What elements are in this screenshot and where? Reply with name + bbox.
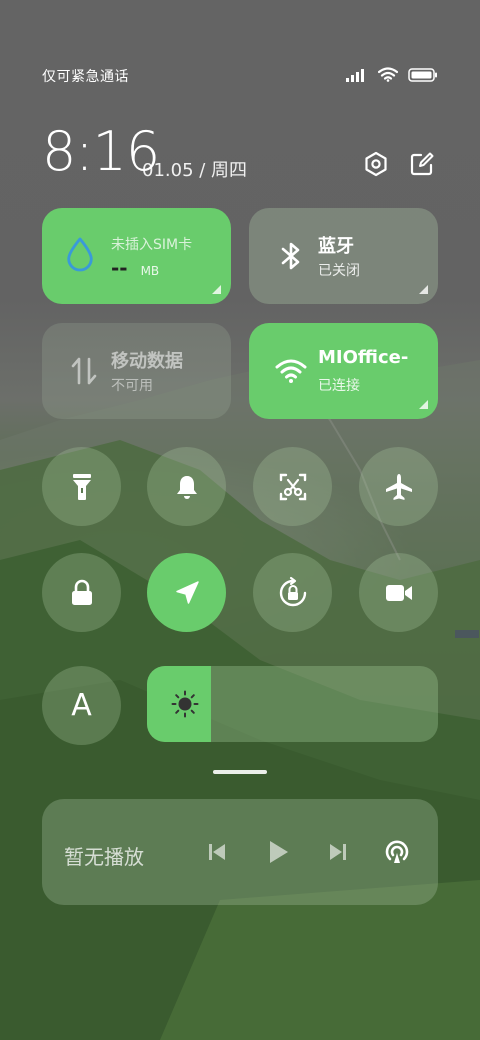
ringer-toggle[interactable] <box>147 447 226 526</box>
previous-button[interactable] <box>202 837 232 867</box>
data-usage-unit: MB <box>140 264 160 278</box>
wifi-icon <box>377 66 399 86</box>
screenshot-toggle[interactable] <box>253 447 332 526</box>
expand-corner-icon <box>419 400 428 409</box>
rotate-lock-icon <box>279 576 306 606</box>
wifi-status: 已连接 <box>318 378 360 394</box>
media-title: 暂无播放 <box>64 845 144 869</box>
battery-icon <box>408 67 438 86</box>
wifi-tile[interactable]: MIOffice- 已连接 <box>249 323 438 419</box>
date-text: 01.05 / 周四 <box>142 160 248 181</box>
status-icons <box>346 66 438 86</box>
previous-icon <box>209 844 225 860</box>
data-usage-tile[interactable]: 未插入SIM卡 -- MB <box>42 208 231 304</box>
flashlight-icon <box>72 473 91 500</box>
drag-handle[interactable] <box>213 770 267 774</box>
next-icon <box>330 844 346 860</box>
play-button[interactable] <box>263 837 293 867</box>
screen-record-toggle[interactable] <box>359 553 438 632</box>
airplane-mode-toggle[interactable] <box>359 447 438 526</box>
wifi-network-name: MIOffice- <box>318 347 409 368</box>
settings-button[interactable] <box>362 150 390 178</box>
cast-button[interactable] <box>382 837 412 867</box>
settings-icon <box>365 151 387 177</box>
status-bar: 仅可紧急通话 <box>42 64 438 88</box>
location-toggle[interactable] <box>147 553 226 632</box>
airplane-icon <box>385 473 412 500</box>
wifi-icon <box>275 355 307 387</box>
cast-icon <box>385 840 409 863</box>
bell-icon <box>176 475 197 499</box>
flashlight-toggle[interactable] <box>42 447 121 526</box>
video-camera-icon <box>385 584 412 601</box>
signal-icon <box>346 67 368 86</box>
scissors-icon <box>279 473 306 500</box>
brightness-slider[interactable] <box>147 666 438 742</box>
lock-icon <box>71 579 92 605</box>
play-icon <box>270 841 288 863</box>
mobile-data-tile[interactable]: 移动数据 不可用 <box>42 323 231 419</box>
sim-status-text: 未插入SIM卡 <box>111 237 193 253</box>
media-player-card[interactable]: 暂无播放 <box>42 799 438 905</box>
location-arrow-icon <box>175 580 199 604</box>
bluetooth-tile[interactable]: 蓝牙 已关闭 <box>249 208 438 304</box>
edit-icon <box>410 152 434 176</box>
water-drop-icon <box>64 237 96 272</box>
letter-a-icon: A <box>71 688 92 723</box>
data-usage-value: -- MB <box>111 256 159 280</box>
mobile-data-title: 移动数据 <box>111 351 183 372</box>
expand-corner-icon <box>419 285 428 294</box>
mobile-data-arrows-icon <box>68 355 100 387</box>
mobile-data-status: 不可用 <box>111 378 153 394</box>
auto-rotate-toggle[interactable] <box>253 553 332 632</box>
edit-button[interactable] <box>408 150 436 178</box>
bluetooth-icon <box>275 240 307 272</box>
lock-screen-toggle[interactable] <box>42 553 121 632</box>
bluetooth-title: 蓝牙 <box>318 236 354 257</box>
control-center-header: 8:16 01.05 / 周四 <box>42 120 438 190</box>
auto-brightness-toggle[interactable]: A <box>42 666 121 745</box>
expand-corner-icon <box>212 285 221 294</box>
next-button[interactable] <box>323 837 353 867</box>
data-usage-number: -- <box>111 256 135 280</box>
carrier-status-text: 仅可紧急通话 <box>42 69 129 85</box>
sun-icon <box>171 690 199 718</box>
bluetooth-status: 已关闭 <box>318 263 360 279</box>
